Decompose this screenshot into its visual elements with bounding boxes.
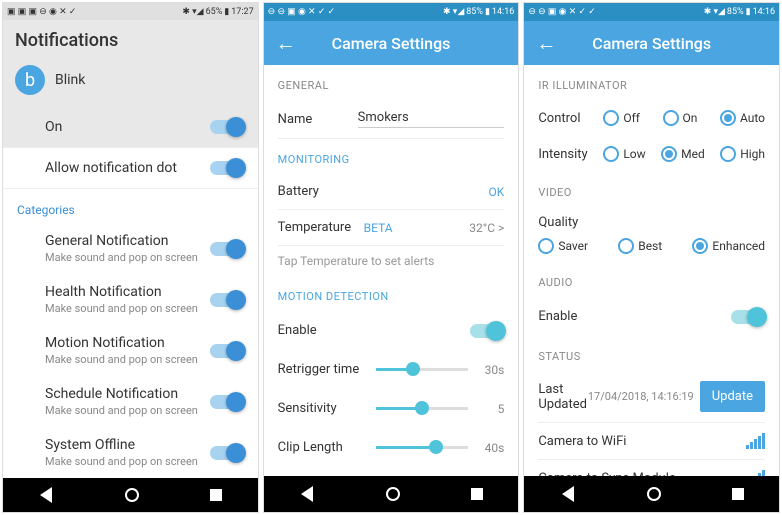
back-arrow-icon[interactable]: ← bbox=[536, 31, 556, 56]
back-arrow-icon[interactable]: ← bbox=[276, 31, 296, 56]
section-monitoring: MONITORING bbox=[278, 139, 505, 174]
radio-intensity-high[interactable]: High bbox=[720, 146, 765, 162]
status-bar: ▣ ▣ ▣ ⊖ ◉ ✕ ✓ ✱ ▾◢ 65% ▮ 17:27 bbox=[3, 3, 258, 20]
phone-camera-settings-2: ⊖ ⊖ ▣ ◉ ✕ ✓ ✓ ✱ ▾◢ 85% ▮ 14:16 ← Camera … bbox=[523, 2, 780, 513]
toggle-cat[interactable] bbox=[210, 344, 244, 358]
categories-header: Categories bbox=[3, 189, 258, 223]
nav-home[interactable] bbox=[647, 487, 661, 501]
radio-quality-enhanced[interactable]: Enhanced bbox=[692, 238, 765, 254]
enable-row[interactable]: Enable bbox=[278, 311, 505, 350]
app-header: ← Camera Settings bbox=[264, 21, 519, 65]
app-icon: b bbox=[15, 65, 45, 95]
android-navbar bbox=[264, 476, 519, 512]
sensitivity-slider[interactable] bbox=[376, 407, 469, 410]
radio-control-off[interactable]: Off bbox=[603, 110, 640, 126]
nav-home[interactable] bbox=[125, 488, 139, 502]
sensitivity-row[interactable]: Sensitivity 5 bbox=[278, 389, 505, 428]
app-header: ← Camera Settings bbox=[524, 21, 779, 65]
clip-slider[interactable] bbox=[376, 446, 469, 449]
radio-control-auto[interactable]: Auto bbox=[720, 110, 765, 126]
page-title: Camera Settings bbox=[564, 34, 739, 53]
cat-general[interactable]: General NotificationMake sound and pop o… bbox=[3, 223, 258, 274]
intensity-row: Intensity Low Med High bbox=[538, 136, 765, 172]
toggle-cat[interactable] bbox=[210, 446, 244, 460]
section-ir: IR ILLUMINATOR bbox=[538, 65, 765, 100]
radio-quality-best[interactable]: Best bbox=[618, 238, 662, 254]
nav-back[interactable] bbox=[299, 488, 315, 500]
phone-notifications: ▣ ▣ ▣ ⊖ ◉ ✕ ✓ ✱ ▾◢ 65% ▮ 17:27 Notificat… bbox=[2, 2, 259, 513]
endclip-row[interactable]: End Clip early if motion stops bbox=[278, 467, 505, 476]
toggle-cat[interactable] bbox=[210, 293, 244, 307]
section-general: GENERAL bbox=[278, 65, 505, 100]
retrigger-slider[interactable] bbox=[376, 368, 469, 371]
beta-badge: BETA bbox=[364, 221, 393, 235]
toggle-cat[interactable] bbox=[210, 395, 244, 409]
section-video: VIDEO bbox=[538, 172, 765, 207]
on-toggle-row[interactable]: On bbox=[3, 107, 258, 148]
toggle-cat[interactable] bbox=[210, 242, 244, 256]
radio-intensity-low[interactable]: Low bbox=[603, 146, 645, 162]
wifi-signal-icon bbox=[746, 433, 765, 449]
radio-intensity-med[interactable]: Med bbox=[661, 146, 705, 162]
toggle-audio-enable[interactable] bbox=[731, 310, 765, 324]
android-navbar bbox=[524, 476, 779, 512]
android-navbar bbox=[3, 478, 258, 512]
page-title: Notifications bbox=[3, 20, 258, 57]
section-status: STATUS bbox=[538, 336, 765, 371]
section-audio: AUDIO bbox=[538, 262, 765, 297]
name-input[interactable]: Smokers bbox=[358, 110, 505, 128]
name-field[interactable]: Name Smokers bbox=[278, 100, 505, 139]
cat-motion[interactable]: Motion NotificationMake sound and pop on… bbox=[3, 325, 258, 376]
battery-status: OK bbox=[489, 185, 505, 199]
clip-row[interactable]: Clip Length 40s bbox=[278, 428, 505, 467]
toggle-allow-dot[interactable] bbox=[210, 161, 244, 175]
cat-health[interactable]: Health NotificationMake sound and pop on… bbox=[3, 274, 258, 325]
temperature-hint: Tap Temperature to set alerts bbox=[278, 246, 505, 276]
phone-camera-settings-1: ⊖ ⊖ ▣ ◉ ✕ ✓ ✓ ✱ ▾◢ 85% ▮ 14:16 ← Camera … bbox=[263, 2, 520, 513]
radio-control-on[interactable]: On bbox=[663, 110, 698, 126]
radio-quality-saver[interactable]: Saver bbox=[538, 238, 588, 254]
last-updated-row: Last Updated 17/04/2018, 14:16:19 Update bbox=[538, 371, 765, 423]
quality-row: Quality Saver Best Enhanced bbox=[538, 207, 765, 262]
temperature-row[interactable]: Temperature BETA 32°C > bbox=[278, 210, 505, 246]
nav-recent[interactable] bbox=[732, 488, 744, 500]
wifi-row[interactable]: Camera to WiFi bbox=[538, 423, 765, 460]
audio-enable-row[interactable]: Enable bbox=[538, 297, 765, 336]
status-bar: ⊖ ⊖ ▣ ◉ ✕ ✓ ✓ ✱ ▾◢ 85% ▮ 14:16 bbox=[264, 3, 519, 21]
nav-home[interactable] bbox=[386, 487, 400, 501]
status-bar: ⊖ ⊖ ▣ ◉ ✕ ✓ ✓ ✱ ▾◢ 85% ▮ 14:16 bbox=[524, 3, 779, 21]
control-row: Control Off On Auto bbox=[538, 100, 765, 136]
nav-back[interactable] bbox=[560, 488, 576, 500]
app-row[interactable]: b Blink bbox=[3, 57, 258, 107]
update-button[interactable]: Update bbox=[700, 381, 765, 412]
page-title: Camera Settings bbox=[304, 34, 479, 53]
sync-row[interactable]: Camera to Sync Module bbox=[538, 460, 765, 476]
app-name-label: Blink bbox=[55, 72, 85, 88]
section-motion: MOTION DETECTION bbox=[278, 276, 505, 311]
nav-recent[interactable] bbox=[471, 488, 483, 500]
retrigger-row[interactable]: Retrigger time 30s bbox=[278, 350, 505, 389]
nav-recent[interactable] bbox=[210, 489, 222, 501]
toggle-enable-motion[interactable] bbox=[470, 324, 504, 338]
cat-schedule[interactable]: Schedule NotificationMake sound and pop … bbox=[3, 376, 258, 427]
toggle-on[interactable] bbox=[210, 120, 244, 134]
battery-row[interactable]: Battery OK bbox=[278, 174, 505, 210]
cat-system[interactable]: System OfflineMake sound and pop on scre… bbox=[3, 427, 258, 478]
nav-back[interactable] bbox=[38, 489, 54, 501]
allow-dot-row[interactable]: Allow notification dot bbox=[3, 148, 258, 189]
